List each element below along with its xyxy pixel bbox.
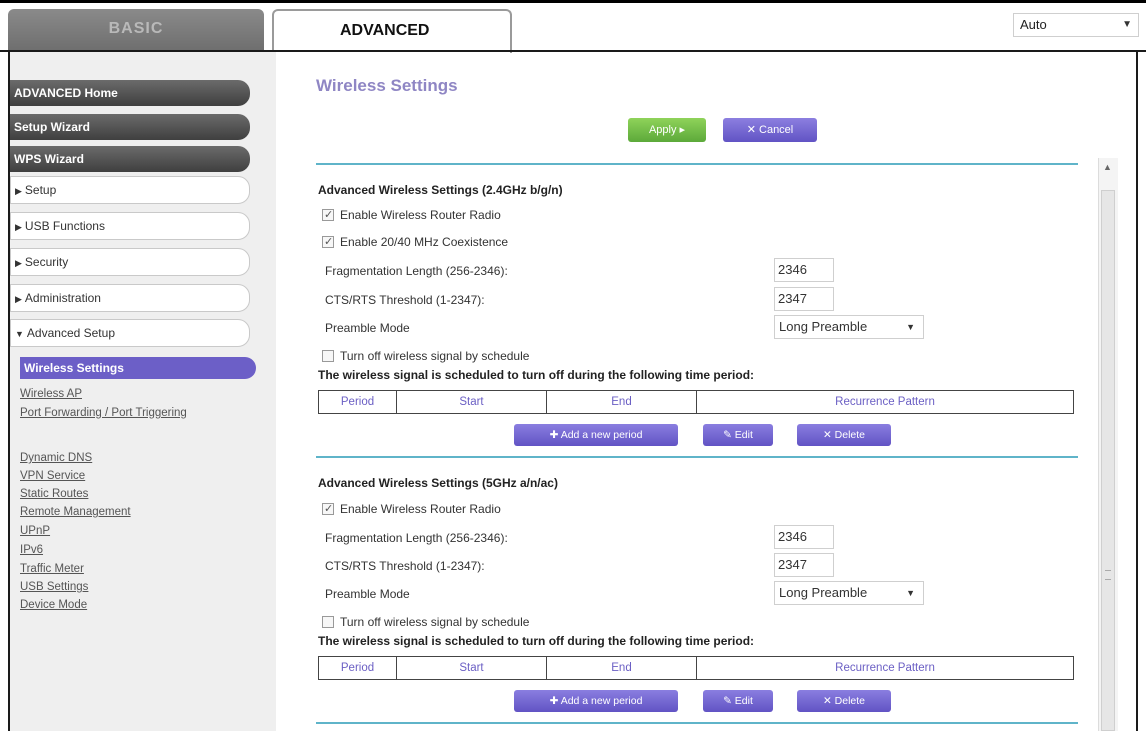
divider: [316, 456, 1078, 458]
preamble-mode-label-24ghz: Preamble Mode: [325, 321, 410, 335]
schedule-off-checkbox-24ghz[interactable]: Turn off wireless signal by schedule: [322, 348, 529, 364]
fragmentation-length-label-5ghz: Fragmentation Length (256-2346):: [325, 531, 508, 545]
menu-advanced-setup-label: Advanced Setup: [26, 326, 115, 340]
cts-rts-threshold-input-24ghz[interactable]: 2347: [774, 287, 834, 311]
schedule-off-label-5ghz: Turn off wireless signal by schedule: [340, 615, 530, 629]
right-frame-border: [1136, 52, 1138, 731]
add-period-button-24ghz[interactable]: ✚ Add a new period: [514, 424, 678, 446]
table-header-recurrence: Recurrence Pattern: [835, 396, 935, 408]
menu-administration[interactable]: ▶ Administration: [10, 284, 250, 312]
fragmentation-length-input-24ghz[interactable]: 2346: [774, 258, 834, 282]
table-header-period: Period: [319, 391, 397, 413]
fragmentation-length-input-5ghz[interactable]: 2346: [774, 525, 834, 549]
delete-button-5ghz[interactable]: ✕ Delete: [797, 690, 891, 712]
schedule-table-24ghz: Period Start End Recurrence Pattern: [318, 390, 1074, 414]
add-period-button-5ghz[interactable]: ✚ Add a new period: [514, 690, 678, 712]
sidebar-item-port-forwarding[interactable]: Port Forwarding / Port Triggering: [20, 406, 190, 420]
preamble-mode-value-5ghz: Long Preamble: [779, 585, 868, 600]
cts-rts-threshold-label-24ghz: CTS/RTS Threshold (1-2347):: [325, 293, 485, 307]
chevron-down-icon: ▼: [906, 322, 915, 332]
checkbox-icon: [322, 616, 334, 628]
fragmentation-length-label-24ghz: Fragmentation Length (256-2346):: [325, 264, 508, 278]
advanced-home-button[interactable]: ADVANCED Home: [10, 80, 250, 106]
apply-button[interactable]: Apply ▸: [628, 118, 706, 142]
table-header-start: Start: [397, 657, 547, 679]
top-tab-bar: BASIC ADVANCED Auto ▼: [0, 0, 1146, 53]
cancel-button[interactable]: ✕ Cancel: [723, 118, 817, 142]
sidebar-item-static-routes[interactable]: Static Routes: [20, 487, 220, 501]
preamble-mode-value-24ghz: Long Preamble: [779, 319, 868, 334]
sidebar-item-device-mode[interactable]: Device Mode: [20, 598, 220, 612]
chevron-down-icon: ▼: [1122, 19, 1132, 30]
checkbox-icon: [322, 501, 334, 517]
table-header-period: Period: [319, 657, 397, 679]
enable-radio-5ghz-checkbox[interactable]: Enable Wireless Router Radio: [322, 501, 501, 517]
schedule-heading-24ghz: The wireless signal is scheduled to turn…: [318, 368, 755, 382]
scrollbar-grip-icon: [1105, 570, 1111, 580]
enable-coexistence-checkbox[interactable]: Enable 20/40 MHz Coexistence: [322, 234, 508, 250]
wps-wizard-button[interactable]: WPS Wizard: [10, 146, 250, 172]
triangle-down-icon: ▼: [15, 329, 24, 339]
sidebar-item-dynamic-dns[interactable]: Dynamic DNS: [20, 451, 220, 465]
sidebar-item-upnp[interactable]: UPnP: [20, 524, 220, 538]
sidebar-item-vpn-service[interactable]: VPN Service: [20, 469, 220, 483]
tab-basic[interactable]: BASIC: [8, 9, 264, 51]
schedule-heading-5ghz: The wireless signal is scheduled to turn…: [318, 634, 755, 648]
sidebar-item-traffic-meter[interactable]: Traffic Meter: [20, 562, 220, 576]
schedule-off-label-24ghz: Turn off wireless signal by schedule: [340, 349, 530, 363]
sidebar-item-usb-settings[interactable]: USB Settings: [20, 580, 220, 594]
menu-administration-label: Administration: [24, 291, 101, 305]
enable-coexistence-label: Enable 20/40 MHz Coexistence: [340, 235, 509, 249]
edit-button-5ghz[interactable]: ✎ Edit: [703, 690, 773, 712]
checkbox-icon: [322, 207, 334, 223]
menu-setup-label: Setup: [24, 183, 57, 197]
triangle-right-icon: ▶: [15, 222, 22, 232]
cts-rts-threshold-label-5ghz: CTS/RTS Threshold (1-2347):: [325, 559, 485, 573]
language-select-value: Auto: [1020, 17, 1047, 32]
menu-security-label: Security: [24, 255, 69, 269]
checkbox-icon: [322, 350, 334, 362]
tab-advanced[interactable]: ADVANCED: [272, 9, 512, 53]
setup-wizard-button[interactable]: Setup Wizard: [10, 114, 250, 140]
schedule-off-checkbox-5ghz[interactable]: Turn off wireless signal by schedule: [322, 614, 529, 630]
cts-rts-threshold-input-5ghz[interactable]: 2347: [774, 553, 834, 577]
delete-button-24ghz[interactable]: ✕ Delete: [797, 424, 891, 446]
sidebar-item-ipv6[interactable]: IPv6: [20, 543, 220, 557]
edit-button-24ghz[interactable]: ✎ Edit: [703, 424, 773, 446]
menu-usb-functions[interactable]: ▶ USB Functions: [10, 212, 250, 240]
page-title: Wireless Settings: [316, 76, 458, 95]
table-header-start: Start: [397, 391, 547, 413]
triangle-right-icon: ▶: [15, 186, 22, 196]
triangle-right-icon: ▶: [15, 258, 22, 268]
triangle-right-icon: ▶: [15, 294, 22, 304]
language-select[interactable]: Auto ▼: [1013, 13, 1139, 37]
chevron-down-icon: ▼: [906, 588, 915, 598]
divider: [316, 722, 1078, 724]
preamble-mode-label-5ghz: Preamble Mode: [325, 587, 410, 601]
menu-advanced-setup[interactable]: ▼ Advanced Setup: [10, 319, 250, 347]
menu-setup[interactable]: ▶ Setup: [10, 176, 250, 204]
table-header-recurrence: Recurrence Pattern: [835, 662, 935, 674]
sidebar-item-wireless-settings[interactable]: Wireless Settings: [20, 357, 256, 379]
scrollbar-thumb[interactable]: [1101, 190, 1115, 731]
menu-usb-functions-label: USB Functions: [24, 219, 105, 233]
schedule-table-5ghz: Period Start End Recurrence Pattern: [318, 656, 1074, 680]
sidebar-item-remote-management[interactable]: Remote Management: [20, 505, 220, 519]
preamble-mode-select-5ghz[interactable]: Long Preamble ▼: [774, 581, 924, 605]
section-heading-5ghz: Advanced Wireless Settings (5GHz a/n/ac): [318, 476, 558, 490]
table-header-end: End: [547, 391, 697, 413]
section-heading-24ghz: Advanced Wireless Settings (2.4GHz b/g/n…: [318, 183, 563, 197]
checkbox-icon: [322, 234, 334, 250]
enable-radio-24ghz-checkbox[interactable]: Enable Wireless Router Radio: [322, 207, 501, 223]
menu-security[interactable]: ▶ Security: [10, 248, 250, 276]
scroll-up-icon[interactable]: ▲: [1103, 162, 1112, 172]
enable-radio-24ghz-label: Enable Wireless Router Radio: [340, 208, 501, 222]
preamble-mode-select-24ghz[interactable]: Long Preamble ▼: [774, 315, 924, 339]
table-header-end: End: [547, 657, 697, 679]
sidebar-item-wireless-ap[interactable]: Wireless AP: [20, 387, 220, 401]
enable-radio-5ghz-label: Enable Wireless Router Radio: [340, 502, 501, 516]
divider: [316, 163, 1078, 165]
